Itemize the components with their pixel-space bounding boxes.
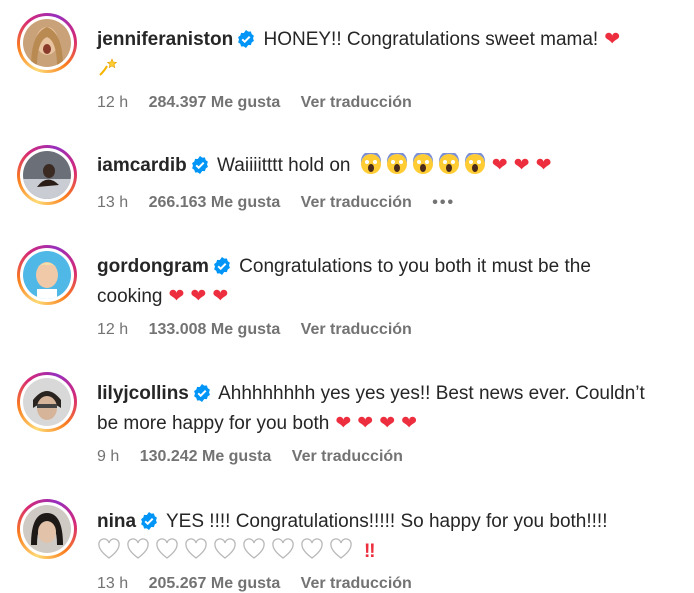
red-heart-icon: ❤ [168, 286, 185, 307]
screaming-face-icon [438, 151, 460, 183]
dizzy-icon [97, 56, 119, 86]
red-heart-icon: ❤ [335, 413, 352, 434]
screaming-face-icon [360, 151, 382, 183]
avatar-story-ring[interactable] [17, 145, 77, 205]
comment-time: 12 h [97, 94, 129, 111]
likes-count[interactable]: 133.008 Me gusta [149, 321, 281, 338]
verified-badge-icon [213, 256, 231, 283]
verified-badge-icon [237, 29, 255, 56]
avatar-story-ring[interactable] [17, 372, 77, 432]
avatar[interactable] [23, 19, 71, 67]
screaming-face-icon [386, 151, 408, 183]
white-heart-icon [300, 538, 324, 568]
comment-text: Waiiiitttt hold on [217, 155, 351, 176]
comment-text-continued: cooking [97, 286, 163, 307]
verified-badge-icon [140, 511, 158, 538]
likes-count[interactable]: 130.242 Me gusta [140, 448, 272, 465]
red-heart-icon: ❤ [212, 286, 229, 307]
likes-count[interactable]: 205.267 Me gusta [149, 575, 281, 592]
more-options-icon[interactable]: ••• [432, 194, 455, 211]
verified-badge-icon [193, 383, 211, 410]
comment-time: 13 h [97, 194, 129, 211]
username[interactable]: iamcardib [97, 155, 187, 176]
verified-badge-icon [191, 155, 209, 182]
comment-time: 9 h [97, 448, 120, 465]
comment-text-continued: be more happy for you both [97, 413, 330, 434]
avatar[interactable] [23, 505, 71, 553]
red-heart-icon: ❤ [401, 413, 418, 434]
white-heart-icon [155, 538, 179, 568]
see-translation-link[interactable]: Ver traducción [301, 575, 412, 592]
username[interactable]: nina [97, 511, 136, 532]
red-heart-icon: ❤ [513, 155, 530, 176]
white-heart-icon [271, 538, 295, 568]
comment-text: HONEY!! Congratulations sweet mama! [263, 29, 599, 50]
see-translation-link[interactable]: Ver traducción [292, 448, 403, 465]
comment-time: 12 h [97, 321, 129, 338]
red-heart-icon: ❤ [357, 413, 374, 434]
see-translation-link[interactable]: Ver traducción [301, 94, 412, 111]
white-heart-icon [213, 538, 237, 568]
double-exclamation-icon: ‼ [364, 541, 376, 562]
red-heart-icon: ❤ [190, 286, 207, 307]
likes-count[interactable]: 284.397 Me gusta [149, 94, 281, 111]
comment-text: Congratulations to you both it must be t… [239, 256, 591, 277]
username[interactable]: jenniferaniston [97, 29, 233, 50]
comment-text: Ahhhhhhhh yes yes yes!! Best news ever. … [218, 383, 645, 404]
comment-time: 13 h [97, 575, 129, 592]
see-translation-link[interactable]: Ver traducción [301, 321, 412, 338]
likes-count[interactable]: 266.163 Me gusta [149, 194, 281, 211]
red-heart-icon: ❤ [535, 155, 552, 176]
see-translation-link[interactable]: Ver traducción [301, 194, 412, 211]
red-heart-icon: ❤ [379, 413, 396, 434]
white-heart-icon [242, 538, 266, 568]
avatar[interactable] [23, 378, 71, 426]
screaming-face-icon [412, 151, 434, 183]
white-heart-icon [126, 538, 150, 568]
avatar-story-ring[interactable] [17, 245, 77, 305]
red-heart-icon: ❤ [604, 29, 621, 50]
white-heart-icon [329, 538, 353, 568]
avatar[interactable] [23, 151, 71, 199]
comment-text: YES !!!! Congratulations!!!!! So happy f… [166, 511, 608, 532]
username[interactable]: lilyjcollins [97, 383, 189, 404]
avatar[interactable] [23, 251, 71, 299]
avatar-story-ring[interactable] [17, 13, 77, 73]
red-heart-icon: ❤ [491, 155, 508, 176]
white-heart-icon [184, 538, 208, 568]
avatar-story-ring[interactable] [17, 499, 77, 559]
screaming-face-icon [464, 151, 486, 183]
white-heart-icon [97, 538, 121, 568]
username[interactable]: gordongram [97, 256, 209, 277]
